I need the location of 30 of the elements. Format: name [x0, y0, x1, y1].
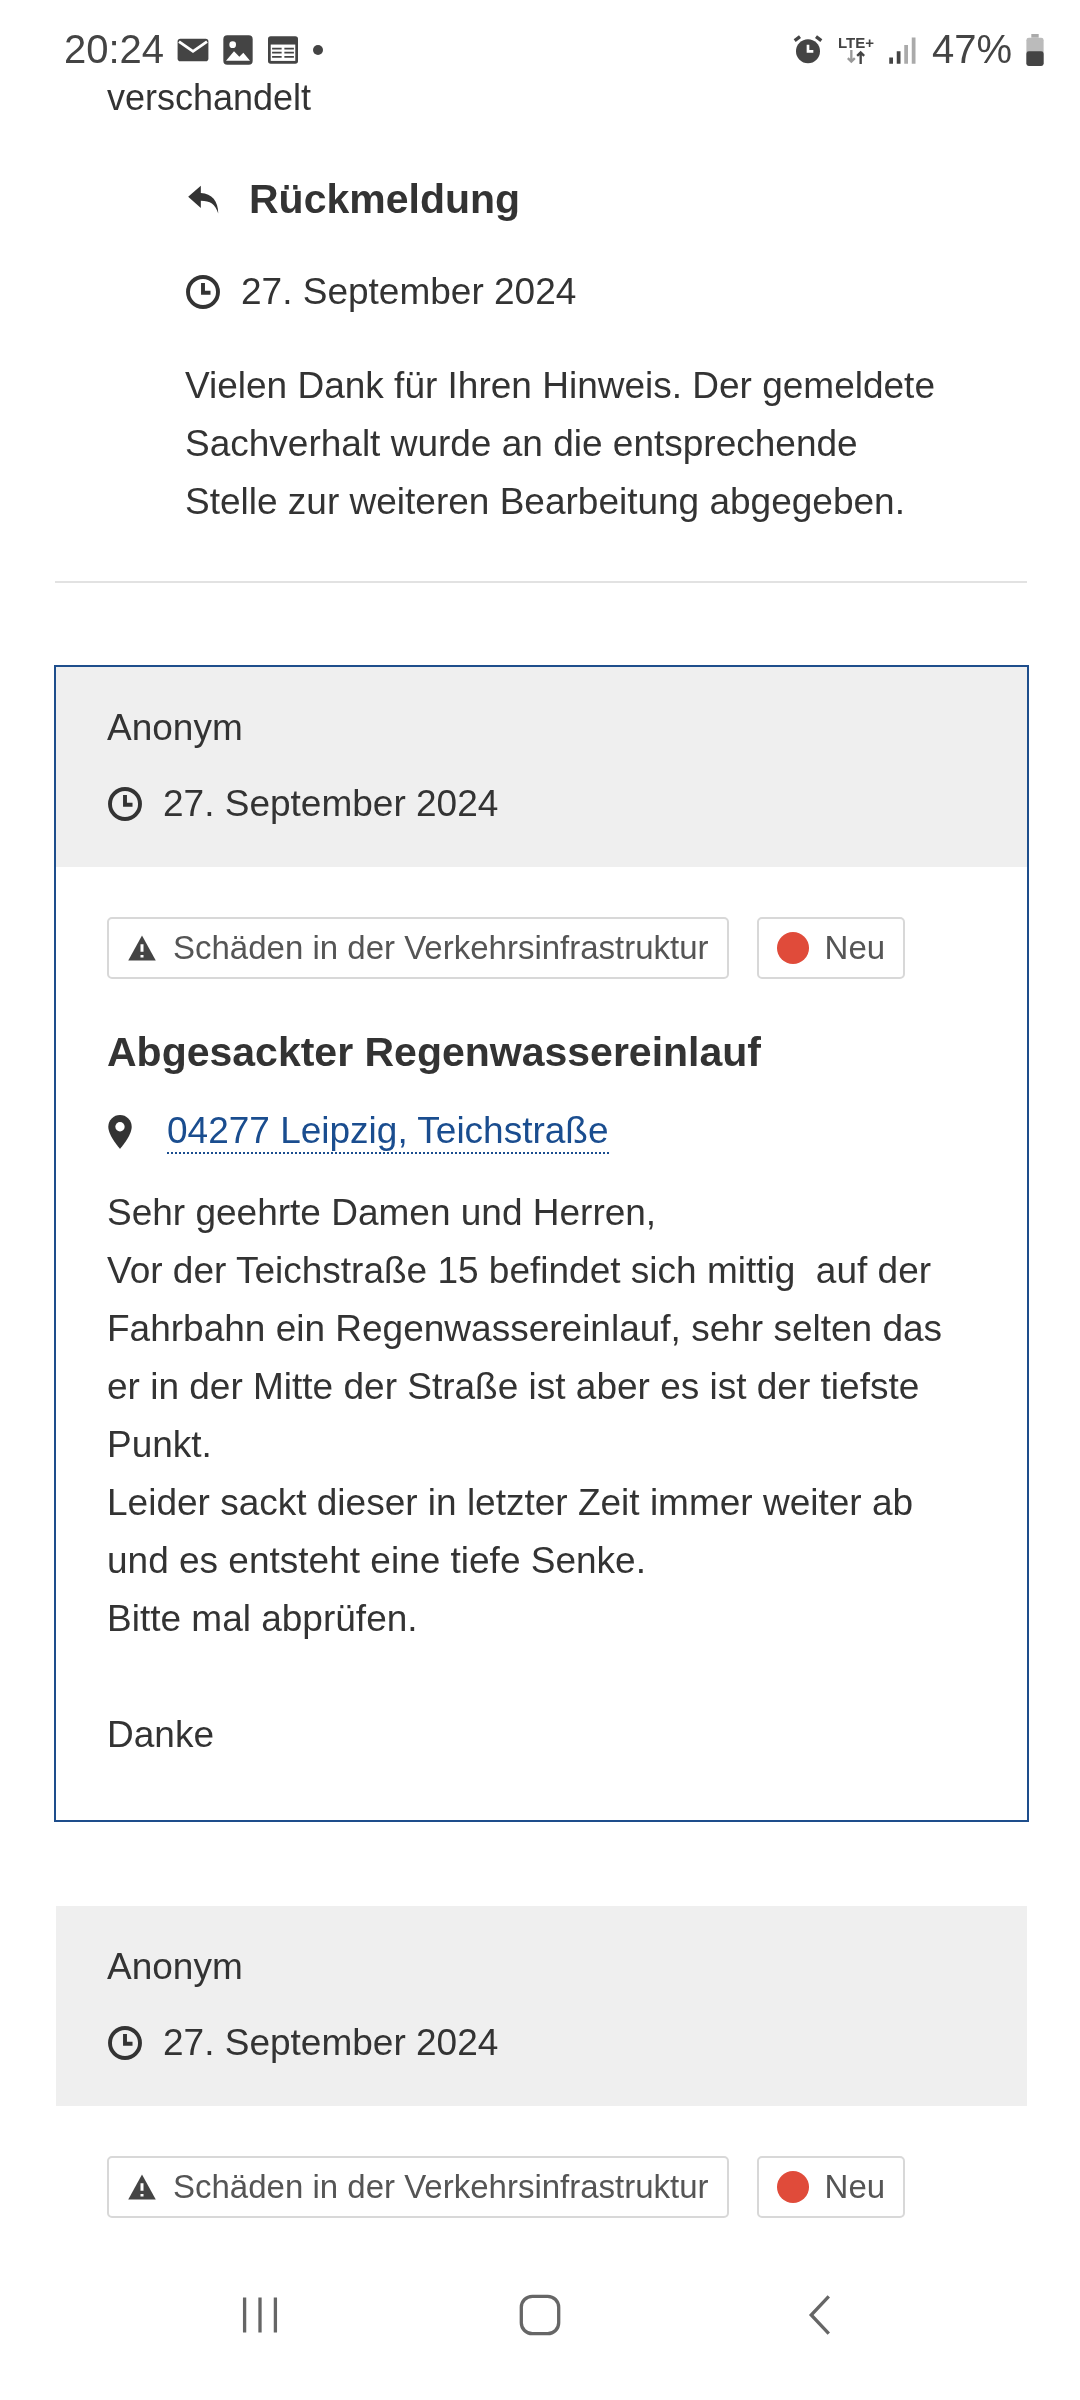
- location-pin-icon: [107, 1113, 133, 1151]
- network-label: LTE+: [837, 35, 874, 50]
- category-label: Schäden in der Verkehrsinfrastruktur: [173, 929, 709, 967]
- home-icon[interactable]: [518, 2293, 562, 2337]
- battery-percent: 47%: [931, 27, 1012, 72]
- report-date: 27. September 2024: [163, 783, 499, 825]
- clock-time: 20:24: [64, 27, 165, 72]
- author-name: Anonym: [107, 1946, 244, 1988]
- response-title: Rückmeldung: [249, 176, 521, 223]
- status-label: Neu: [824, 929, 886, 967]
- response-text: Vielen Dank für Ihren Hinweis. Der gemeldete Sachverhalt wurde an die entsprechende Stelle zur weiteren Bearbeitung abgegeben.: [185, 364, 936, 524]
- status-label: Neu: [824, 2168, 886, 2206]
- address-link[interactable]: 04277 Leipzig, Teichstraße: [167, 1110, 609, 1154]
- author-name: Anonym: [107, 707, 244, 749]
- notification-dot-icon: [312, 43, 325, 56]
- calendar-icon: [266, 34, 301, 65]
- warning-icon: [127, 2173, 157, 2201]
- report-title: Abgesackter Regenwassereinlauf: [107, 1029, 762, 1076]
- warning-icon: [127, 934, 157, 962]
- report-date: 27. September 2024: [163, 2022, 499, 2064]
- clock-icon: [107, 2025, 143, 2061]
- report-text: Sehr geehrte Damen und Herren, Vor der Teichstraße 15 befindet sich mittig auf der Fahrbahn ein Regenwassereinlauf, sehr selten das er in der Mitte der Straße ist aber es ist der tiefste Punkt. Leider sackt dieser in letzter Zeit immer weiter ab und es entsteht eine tiefe Senke. Bitte mal abprüfen. Danke: [107, 1191, 944, 1757]
- alarm-icon: [791, 33, 824, 66]
- category-label: Schäden in der Verkehrsinfrastruktur: [173, 2168, 709, 2206]
- previous-text-tail: verschandelt: [107, 78, 313, 118]
- battery-icon: [1026, 33, 1044, 66]
- image-icon: [222, 33, 255, 66]
- response-date: 27. September 2024: [241, 271, 577, 313]
- clock-icon: [185, 274, 221, 310]
- clock-icon: [107, 786, 143, 822]
